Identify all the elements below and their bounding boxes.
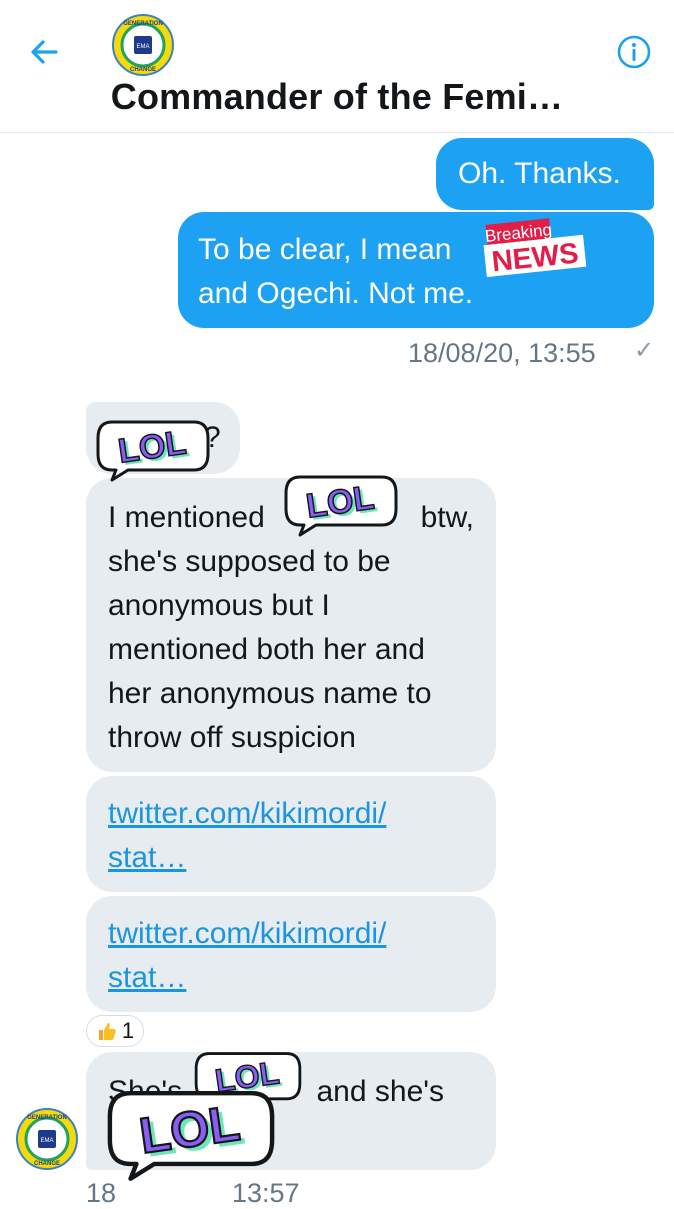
conversation-header: EMA GENERATION CHANGE Commander of the F… (0, 0, 674, 133)
message-line: she's supposed to be (108, 545, 391, 578)
avatar[interactable]: EMA GENERATION CHANGE (112, 14, 174, 76)
info-icon (617, 35, 651, 69)
thumbs-up-icon (98, 1023, 116, 1040)
message-line: and Ogechi. Not me. (198, 277, 474, 310)
conversation-title[interactable]: Commander of the Femi… (0, 76, 674, 118)
outgoing-message[interactable]: Oh. Thanks. (436, 138, 654, 210)
lol-sticker: LOLLOL (107, 1090, 275, 1181)
incoming-link-message[interactable]: twitter.com/kikimordi/ stat… (86, 896, 496, 1012)
avatar-text-bottom: CHANGE (130, 67, 156, 73)
reaction-badge[interactable]: 1 (86, 1015, 144, 1047)
lol-sticker: LOLLOL (96, 420, 210, 482)
message-line: her anonymous name to (108, 677, 432, 710)
tweet-link[interactable]: stat… (108, 956, 496, 1000)
reaction-count: 1 (121, 1018, 135, 1043)
svg-text:GENERATION: GENERATION (27, 1115, 67, 1121)
tweet-link[interactable]: stat… (108, 836, 496, 880)
message-text: Oh. Thanks. (458, 157, 621, 190)
back-button[interactable] (22, 30, 66, 74)
tweet-link[interactable]: twitter.com/kikimordi/ (108, 792, 496, 836)
message-line: throw off suspicion (108, 721, 356, 754)
message-timestamp: 18/08/20, 13:55 (408, 338, 596, 368)
lol-sticker: LOLLOL (284, 475, 398, 537)
breaking-news-sticker: Breaking NEWS (483, 218, 587, 278)
info-button[interactable] (612, 30, 656, 74)
tweet-link[interactable]: twitter.com/kikimordi/ (108, 912, 496, 956)
avatar-badge: EMA (136, 44, 149, 50)
svg-text:CHANGE: CHANGE (34, 1161, 60, 1167)
message-line: mentioned both her and (108, 633, 425, 666)
sent-check-icon: ✓ (634, 337, 655, 364)
message-line: anonymous but I (108, 589, 330, 622)
incoming-link-message[interactable]: twitter.com/kikimordi/ stat… (86, 776, 496, 892)
avatar-text-top: GENERATION (123, 21, 163, 27)
svg-text:EMA: EMA (40, 1138, 53, 1144)
avatar[interactable]: EMA GENERATION CHANGE (16, 1108, 78, 1170)
arrow-left-icon (31, 40, 58, 64)
